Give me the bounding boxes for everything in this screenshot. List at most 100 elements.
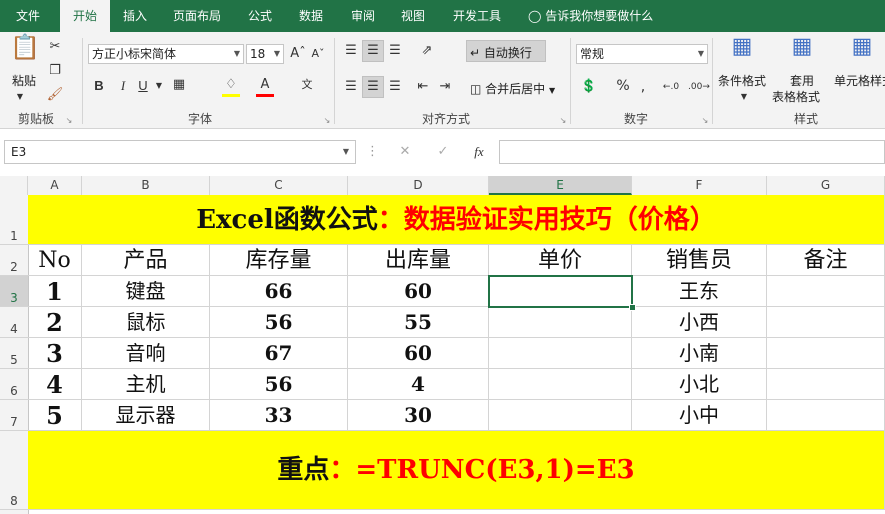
cell-styles-icon[interactable]: ▦ [848, 36, 876, 58]
table-cell[interactable]: 小中 [632, 400, 767, 431]
table-cell[interactable] [767, 338, 885, 369]
table-cell[interactable] [489, 400, 632, 431]
align-top-icon[interactable]: ☰ [342, 42, 360, 60]
dialog-launcher-icon[interactable]: ↘ [700, 112, 710, 130]
tab-insert[interactable]: 插入 [114, 0, 156, 32]
table-cell[interactable] [489, 369, 632, 400]
table-cell[interactable]: 小南 [632, 338, 767, 369]
row-header-2[interactable]: 2 [0, 245, 28, 276]
accounting-format-icon[interactable]: 💲 [578, 78, 600, 96]
column-header-d[interactable]: D [348, 176, 489, 195]
tab-data[interactable]: 数据 [290, 0, 332, 32]
tab-file[interactable]: 文件 [6, 0, 50, 32]
underline-button[interactable]: U [136, 77, 150, 95]
row-header-4[interactable]: 4 [0, 307, 28, 338]
cut-icon[interactable]: ✂ [46, 38, 64, 56]
dialog-launcher-icon[interactable]: ↘ [64, 112, 74, 130]
orientation-icon[interactable]: ⇗ [416, 42, 438, 60]
formula-input[interactable] [499, 140, 885, 164]
phonetic-guide-icon[interactable]: 文 [298, 76, 316, 94]
table-cell[interactable] [767, 400, 885, 431]
font-size-select[interactable]: 18 ▼ [246, 44, 284, 64]
table-cell[interactable]: 5 [28, 400, 82, 431]
table-cell[interactable] [489, 307, 632, 338]
table-cell[interactable]: 小北 [632, 369, 767, 400]
table-cell[interactable]: 56 [210, 369, 348, 400]
row-header-7[interactable]: 7 [0, 400, 28, 431]
fill-handle[interactable] [629, 304, 636, 311]
fill-color-icon[interactable]: ♢ [222, 76, 240, 97]
paste-button[interactable]: 粘贴 [12, 72, 36, 89]
table-cell[interactable]: 主机 [82, 369, 210, 400]
font-color-icon[interactable]: A [256, 76, 274, 97]
table-cell[interactable]: 56 [210, 307, 348, 338]
row-header-6[interactable]: 6 [0, 369, 28, 400]
align-left-icon[interactable]: ☰ [342, 78, 360, 96]
column-header-a[interactable]: A [28, 176, 82, 195]
increase-indent-icon[interactable]: ⇥ [436, 78, 454, 96]
comma-style-icon[interactable]: , [636, 78, 650, 96]
table-cell[interactable]: 小西 [632, 307, 767, 338]
number-format-select[interactable]: 常规 ▼ [576, 44, 708, 64]
table-cell[interactable]: 33 [210, 400, 348, 431]
insert-function-button[interactable]: fx [470, 143, 488, 161]
tab-page-layout[interactable]: 页面布局 [166, 0, 228, 32]
column-header-g[interactable]: G [767, 176, 885, 195]
tab-formulas[interactable]: 公式 [240, 0, 280, 32]
align-bottom-icon[interactable]: ☰ [386, 42, 404, 60]
chevron-down-icon[interactable]: ▼ [14, 88, 26, 106]
increase-decimal-icon[interactable]: ←.0 [662, 78, 680, 96]
table-cell[interactable]: 3 [28, 338, 82, 369]
header-cell-product[interactable]: 产品 [82, 245, 210, 276]
percent-button[interactable]: % [614, 77, 632, 95]
format-as-table-button[interactable]: 表格格式 [772, 88, 820, 105]
format-as-table-label[interactable]: 套用 [790, 72, 814, 89]
decrease-decimal-icon[interactable]: .00→ [688, 78, 710, 96]
table-cell[interactable]: 1 [28, 276, 82, 307]
tell-me-search[interactable]: ◯ 告诉我你想要做什么 [528, 0, 653, 32]
conditional-formatting-icon[interactable]: ▦ [728, 36, 756, 58]
italic-button[interactable]: I [116, 77, 130, 95]
table-cell[interactable]: 键盘 [82, 276, 210, 307]
paste-icon[interactable]: 📋 [10, 35, 40, 59]
table-cell[interactable] [767, 276, 885, 307]
column-header-b[interactable]: B [82, 176, 210, 195]
chevron-down-icon[interactable]: ▼ [738, 88, 750, 106]
merge-center-button[interactable]: ◫ 合并后居中 ▼ [470, 80, 555, 97]
column-header-e[interactable]: E [489, 176, 632, 195]
row-header-5[interactable]: 5 [0, 338, 28, 369]
select-all-corner[interactable] [0, 176, 28, 195]
table-cell[interactable]: 60 [348, 276, 489, 307]
table-cell[interactable]: 30 [348, 400, 489, 431]
dialog-launcher-icon[interactable]: ↘ [558, 112, 568, 130]
row-header-8[interactable]: 8 [0, 431, 28, 510]
cancel-icon[interactable]: ✕ [396, 143, 414, 161]
copy-icon[interactable]: ❐ [46, 62, 64, 80]
tab-developer[interactable]: 开发工具 [444, 0, 510, 32]
decrease-font-size-icon[interactable]: Aˇ [310, 45, 326, 63]
format-painter-icon[interactable]: 🖌 [46, 86, 64, 104]
table-cell[interactable]: 4 [28, 369, 82, 400]
table-cell[interactable]: 4 [348, 369, 489, 400]
conditional-formatting-button[interactable]: 条件格式 [718, 72, 766, 89]
header-cell-price[interactable]: 单价 [489, 245, 632, 276]
increase-font-size-icon[interactable]: Aˆ [290, 45, 306, 63]
name-box[interactable]: E3 ▼ [4, 140, 356, 164]
tab-view[interactable]: 视图 [392, 0, 434, 32]
table-cell[interactable]: 55 [348, 307, 489, 338]
font-name-select[interactable]: 方正小标宋简体 ▼ [88, 44, 244, 64]
borders-icon[interactable]: ▦ [170, 76, 188, 94]
table-cell[interactable]: 音响 [82, 338, 210, 369]
dialog-launcher-icon[interactable]: ↘ [322, 112, 332, 130]
header-cell-no[interactable]: No [28, 245, 82, 276]
format-as-table-icon[interactable]: ▦ [788, 36, 816, 58]
table-cell[interactable]: 王东 [632, 276, 767, 307]
title-cell[interactable]: Excel函数公式：数据验证实用技巧（价格） [28, 195, 885, 245]
row-header-3[interactable]: 3 [0, 276, 28, 307]
table-cell[interactable] [767, 369, 885, 400]
table-cell[interactable]: 66 [210, 276, 348, 307]
footer-cell[interactable]: 重点：=TRUNC(E3,1)=E3 [28, 431, 885, 510]
tab-home[interactable]: 开始 [60, 0, 110, 32]
cell-styles-button[interactable]: 单元格样式 [834, 72, 885, 89]
table-cell[interactable] [489, 338, 632, 369]
